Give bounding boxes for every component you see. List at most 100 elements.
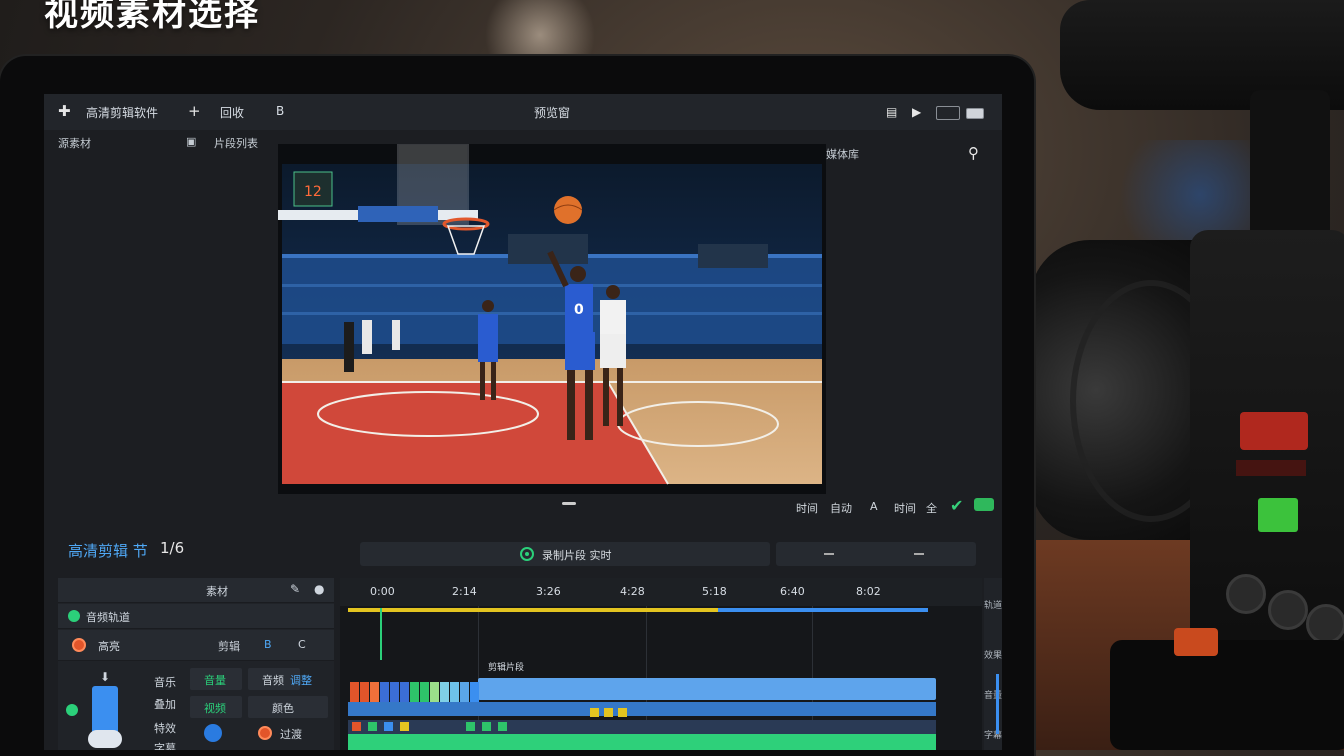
grid-label[interactable]: 音乐: [154, 674, 176, 690]
record-icon[interactable]: [520, 547, 534, 561]
app-name[interactable]: 高清剪辑软件: [86, 104, 158, 121]
menu-recycle[interactable]: 回收: [220, 104, 244, 121]
overlay-title: 视频素材选择: [44, 0, 260, 34]
search-icon[interactable]: ⚲: [968, 144, 979, 162]
grid-label[interactable]: 视频: [204, 700, 226, 716]
marker[interactable]: [590, 708, 599, 717]
list-icon[interactable]: ▤: [886, 105, 897, 119]
audio-waveform-clip[interactable]: [348, 734, 936, 750]
marker[interactable]: [352, 722, 361, 731]
grid-label[interactable]: 音量: [204, 672, 226, 688]
preview-toolbar: 时间 自动 A 时间 全 ✔: [278, 496, 998, 518]
camera-label-strip: [1236, 460, 1306, 476]
timeline-scrollbar[interactable]: [996, 674, 999, 734]
track-control-panel: 素材 ✎ ● 音频轨道 高亮 剪辑 B C ⬇ 音乐 叠加 特效 音量 音频 调…: [58, 578, 334, 750]
marker[interactable]: [482, 722, 491, 731]
project-counter: 1/6: [160, 539, 185, 557]
window-icon[interactable]: [936, 106, 960, 120]
basketball-scene-image: 12 0: [278, 144, 826, 494]
grid-label[interactable]: 特效: [154, 720, 176, 736]
fader-knob[interactable]: [88, 730, 122, 748]
camera-green-screen: [1258, 498, 1298, 532]
marker[interactable]: [498, 722, 507, 731]
check-icon[interactable]: ✔: [950, 496, 963, 515]
audio-track-label: 音频轨道: [86, 611, 130, 624]
minimize-icon[interactable]: [824, 553, 834, 555]
audio-on-icon[interactable]: [68, 610, 80, 622]
highlight-label: 高亮: [98, 640, 120, 653]
marker[interactable]: [618, 708, 627, 717]
marker[interactable]: [604, 708, 613, 717]
marker[interactable]: [368, 722, 377, 731]
editor-topbar: ✚ 高清剪辑软件 + 回收 B 预览窗 ▤ ▶: [44, 94, 1002, 131]
audio-clip-blue[interactable]: [718, 608, 928, 612]
clip-list-icon[interactable]: ▣: [186, 135, 196, 148]
laptop-frame: ✚ 高清剪辑软件 + 回收 B 预览窗 ▤ ▶ 源素材 ▣ 片段列表 12 0 …: [0, 56, 1034, 756]
marker[interactable]: [400, 722, 409, 731]
minimize-icon[interactable]: [914, 553, 924, 555]
timeline[interactable]: 0:00 2:14 3:26 4:28 5:18 6:40 8:02 剪辑片段: [340, 578, 982, 750]
record-dot-icon[interactable]: ●: [314, 582, 324, 596]
playhead[interactable]: [380, 608, 382, 660]
grid-label[interactable]: 叠加: [154, 696, 176, 712]
svg-text:0: 0: [574, 302, 584, 318]
edit-icon[interactable]: ✎: [290, 582, 300, 596]
side-label[interactable]: 字幕: [984, 728, 1002, 741]
marker[interactable]: [466, 722, 475, 731]
video-preview[interactable]: 12 0: [278, 144, 826, 494]
tab-clip-list[interactable]: 片段列表: [214, 135, 258, 151]
c-tool[interactable]: C: [298, 638, 306, 651]
cut-tool[interactable]: 剪辑: [218, 638, 240, 654]
timeline-ruler[interactable]: 0:00 2:14 3:26 4:28 5:18 6:40 8:02: [340, 578, 982, 606]
record-label: 录制片段 实时: [542, 549, 612, 562]
record-bar[interactable]: 录制片段 实时: [360, 542, 770, 566]
preview-tool[interactable]: 时间: [796, 500, 818, 516]
camera-photo: [1030, 0, 1344, 750]
add-icon[interactable]: +: [188, 102, 201, 120]
project-label: 高清剪辑 节: [68, 542, 148, 560]
grid-label[interactable]: 颜色: [272, 700, 294, 716]
ruler-tick: 4:28: [620, 585, 645, 598]
monitor-icon[interactable]: [66, 704, 78, 716]
side-label[interactable]: 轨道: [984, 598, 1002, 611]
preview-tool[interactable]: 全: [926, 500, 937, 516]
grid-label[interactable]: 过渡: [280, 726, 302, 742]
b-tool[interactable]: B: [264, 638, 272, 651]
orange-toggle-icon[interactable]: [258, 726, 272, 740]
timeline-side-panel: 轨道 效果 音量 字幕: [984, 578, 1002, 750]
tab-source[interactable]: 源素材: [58, 135, 91, 151]
marker[interactable]: [384, 722, 393, 731]
play-icon[interactable]: ▶: [912, 105, 921, 119]
window-max-icon[interactable]: [966, 108, 984, 119]
video-clip[interactable]: [478, 678, 936, 700]
panel-header-label[interactable]: 素材: [206, 583, 228, 599]
status-badge: [974, 498, 994, 511]
ruler-tick: 5:18: [702, 585, 727, 598]
camera-base: [1110, 640, 1344, 750]
right-toolbar[interactable]: [776, 542, 976, 566]
side-label[interactable]: 效果: [984, 648, 1002, 661]
editor-screen: ✚ 高清剪辑软件 + 回收 B 预览窗 ▤ ▶ 源素材 ▣ 片段列表 12 0 …: [44, 94, 1002, 750]
preview-tool[interactable]: 自动: [830, 500, 852, 516]
audio-track-row[interactable]: 音频轨道: [58, 604, 334, 629]
highlight-icon[interactable]: [72, 638, 86, 652]
video-clip[interactable]: [348, 702, 936, 716]
preview-tool[interactable]: 时间: [894, 500, 916, 516]
side-label[interactable]: 音量: [984, 688, 1002, 701]
preview-tool[interactable]: A: [870, 500, 878, 513]
grid-label[interactable]: 音频: [262, 672, 284, 688]
blue-toggle-icon[interactable]: [204, 724, 222, 742]
ruler-tick: 6:40: [780, 585, 805, 598]
ruler-tick: 3:26: [536, 585, 561, 598]
media-library-label[interactable]: 媒体库: [826, 146, 859, 162]
grid-label[interactable]: 调整: [290, 672, 312, 688]
arrow-down-icon[interactable]: ⬇: [100, 670, 110, 684]
camera-knob: [1226, 574, 1266, 614]
menu-b[interactable]: B: [276, 104, 284, 118]
effect-track[interactable]: [348, 720, 936, 734]
grid-label[interactable]: 字幕: [154, 740, 176, 750]
audio-clip-yellow[interactable]: [348, 608, 718, 612]
camera-knob: [1306, 604, 1344, 644]
highlight-row[interactable]: 高亮 剪辑 B C: [58, 630, 334, 661]
camera-knob: [1268, 590, 1308, 630]
